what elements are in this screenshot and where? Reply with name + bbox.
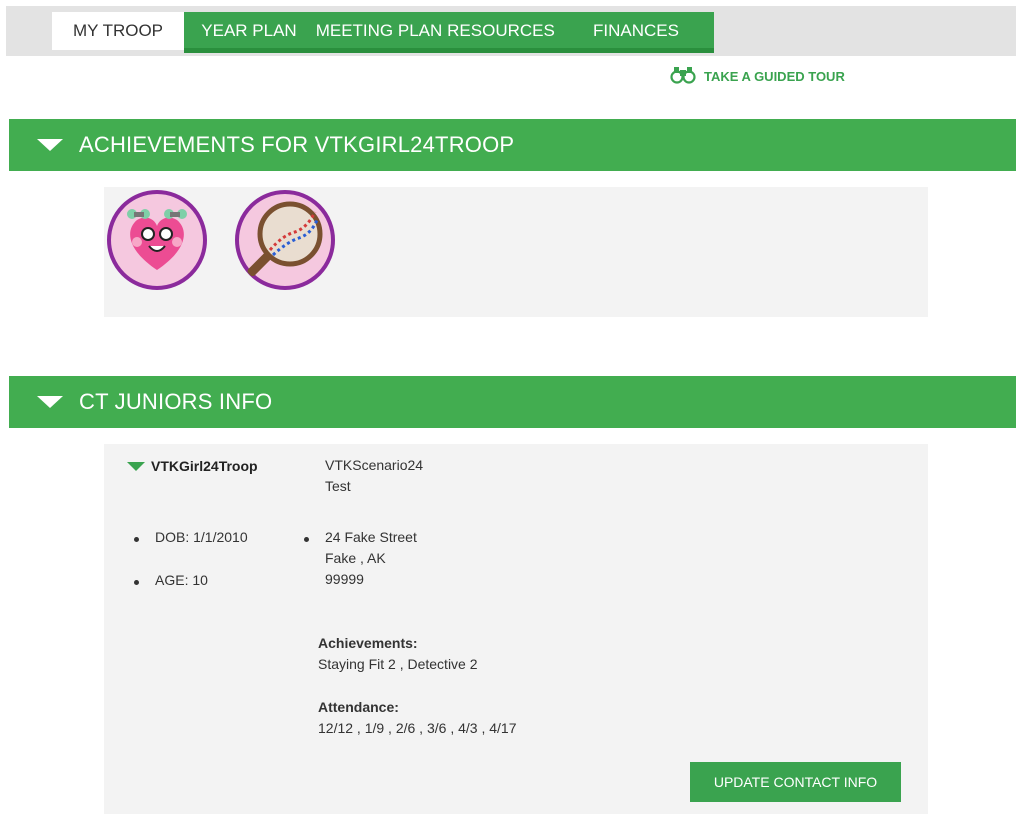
main-tabs: MY TROOP YEAR PLAN MEETING PLAN RESOURCE…	[52, 12, 714, 50]
achievements-label: Achievements:	[318, 635, 418, 651]
guided-tour-link[interactable]: TAKE A GUIDED TOUR	[670, 66, 845, 87]
member-scenario-line1: VTKScenario24	[325, 457, 424, 473]
binoculars-icon	[670, 66, 696, 87]
tab-finances[interactable]: FINANCES	[558, 12, 714, 50]
tab-underline	[184, 48, 714, 53]
member-info-panel	[104, 444, 928, 814]
list-bullet	[134, 537, 139, 542]
address-line-2: Fake , AK	[325, 550, 386, 566]
member-name: VTKGirl24Troop	[151, 458, 258, 474]
collapse-triangle-icon	[37, 139, 63, 151]
member-scenario-line2: Test	[325, 478, 351, 494]
expand-triangle-icon	[127, 461, 145, 471]
address-line-1: 24 Fake Street	[325, 529, 417, 545]
collapse-triangle-icon	[37, 396, 63, 408]
heart-badge-icon[interactable]	[107, 190, 207, 290]
achievements-panel	[104, 187, 928, 317]
update-contact-info-button[interactable]: UPDATE CONTACT INFO	[690, 762, 901, 802]
address-line-3: 99999	[325, 571, 364, 587]
member-age: AGE: 10	[155, 572, 208, 588]
list-bullet	[304, 537, 309, 542]
achievements-value: Staying Fit 2 , Detective 2	[318, 656, 478, 672]
info-section-title: CT JUNIORS INFO	[79, 389, 273, 414]
tab-meeting-plan[interactable]: MEETING PLAN	[314, 12, 444, 50]
tab-my-troop[interactable]: MY TROOP	[52, 12, 184, 50]
tab-resources[interactable]: RESOURCES	[444, 12, 558, 50]
magnifier-dna-badge-icon[interactable]	[235, 190, 335, 290]
guided-tour-label: TAKE A GUIDED TOUR	[704, 69, 845, 84]
info-section-header[interactable]: CT JUNIORS INFO	[9, 376, 1016, 428]
tab-year-plan[interactable]: YEAR PLAN	[184, 12, 314, 50]
attendance-label: Attendance:	[318, 699, 399, 715]
attendance-value: 12/12 , 1/9 , 2/6 , 3/6 , 4/3 , 4/17	[318, 720, 517, 736]
member-name-toggle[interactable]: VTKGirl24Troop	[127, 458, 258, 474]
achievements-section-title: ACHIEVEMENTS FOR VTKGIRL24TROOP	[79, 132, 515, 157]
member-dob: DOB: 1/1/2010	[155, 529, 248, 545]
list-bullet	[134, 580, 139, 585]
achievements-section-header[interactable]: ACHIEVEMENTS FOR VTKGIRL24TROOP	[9, 119, 1016, 171]
